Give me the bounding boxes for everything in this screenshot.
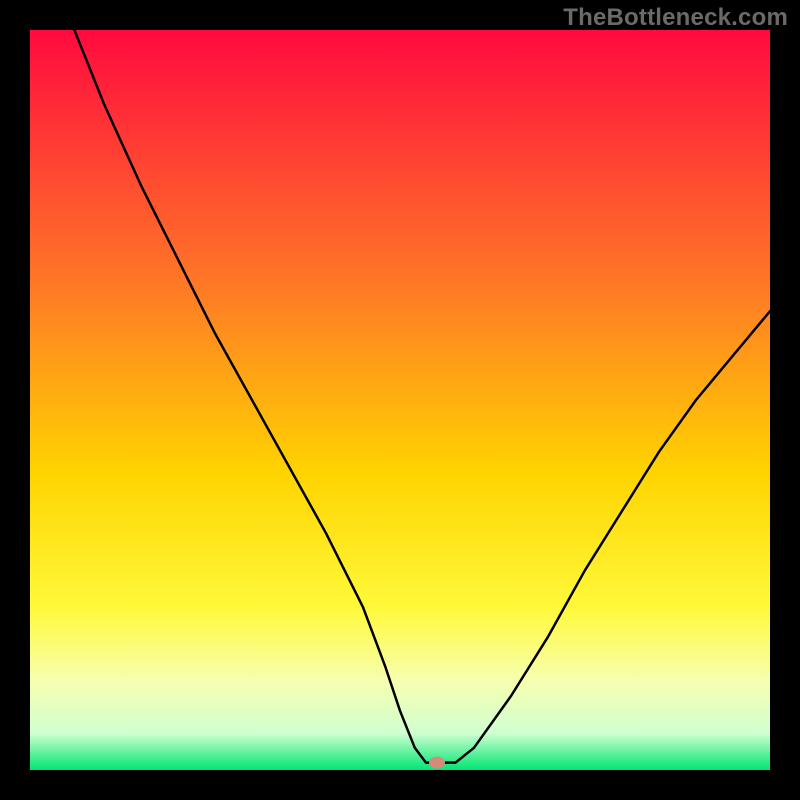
optimal-point-marker — [429, 757, 445, 769]
chart-frame: TheBottleneck.com — [0, 0, 800, 800]
chart-plot-area — [30, 30, 770, 770]
chart-background — [30, 30, 770, 770]
watermark-text: TheBottleneck.com — [563, 4, 788, 32]
chart-svg — [30, 30, 770, 770]
